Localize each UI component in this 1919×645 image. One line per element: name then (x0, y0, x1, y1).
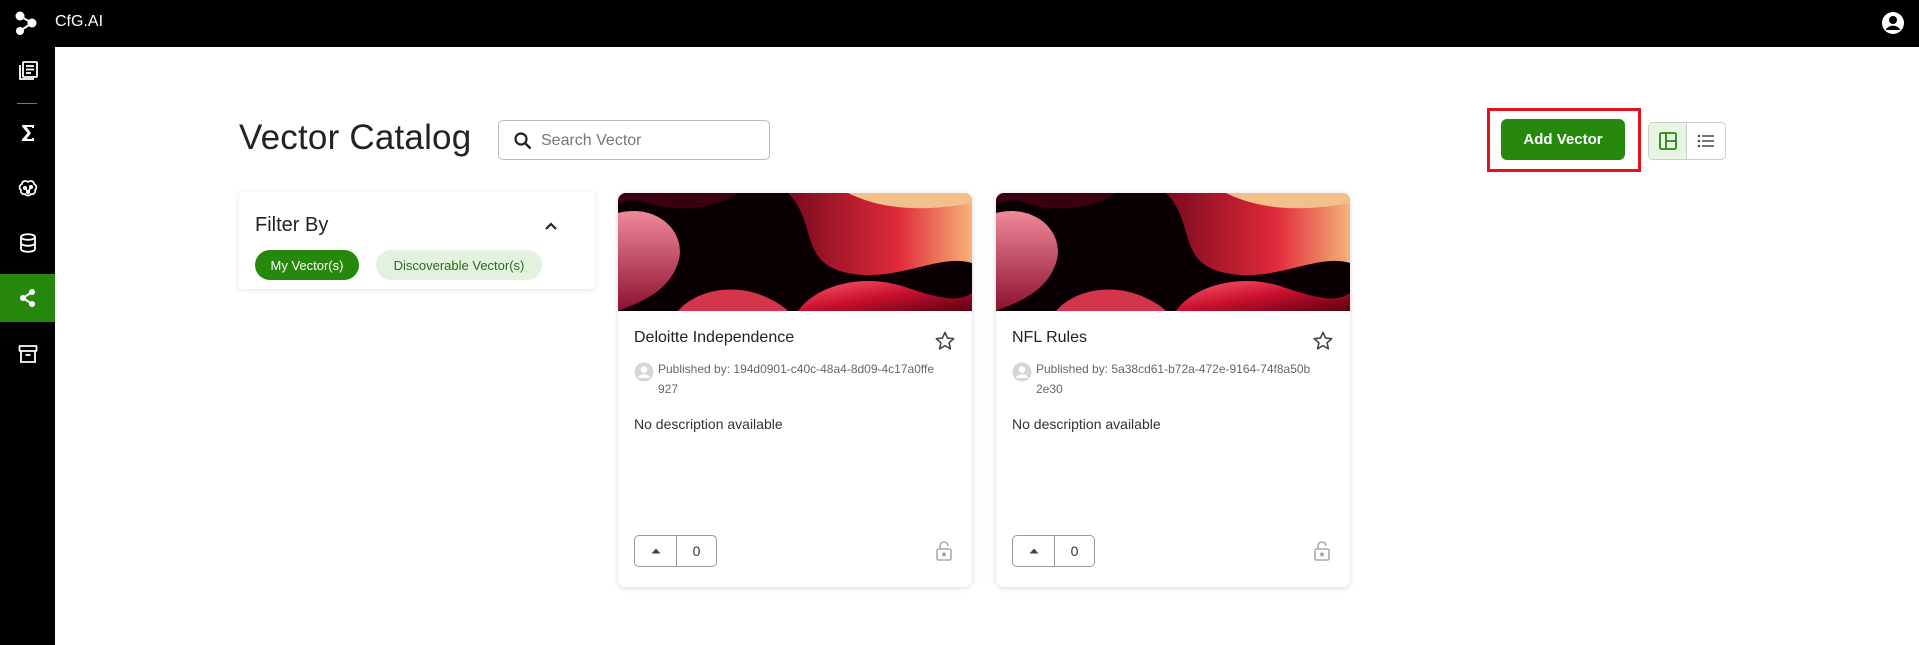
vote-count: 0 (692, 543, 701, 559)
sidebar-item-archive[interactable] (0, 330, 55, 378)
card-cover-image (618, 193, 972, 311)
share-nodes-icon (19, 289, 35, 307)
sigma-icon (21, 125, 34, 141)
top-bar: CfG.AI (0, 0, 1919, 47)
search-box[interactable] (498, 120, 770, 160)
avatar-icon (1012, 362, 1032, 382)
publisher-info: Published by: 194d0901-c40c-48a4-8d09-4c… (634, 359, 944, 399)
sidebar-item-database[interactable] (0, 219, 55, 267)
upvote-control: 0 (634, 535, 717, 567)
grid-view-button[interactable] (1649, 123, 1688, 159)
sidebar-item-sigma[interactable] (0, 109, 55, 157)
chip-discoverable-vectors[interactable]: Discoverable Vector(s) (376, 250, 542, 280)
card-cover-image (996, 193, 1350, 311)
brand-name[interactable]: CfG.AI (55, 13, 103, 31)
publisher-info: Published by: 5a38cd61-b72a-472e-9164-74… (1012, 359, 1322, 399)
list-view-icon (1697, 134, 1714, 148)
lock-open-icon[interactable] (1312, 540, 1332, 562)
vote-count: 0 (1070, 543, 1079, 559)
lock-open-icon[interactable] (934, 540, 954, 562)
filter-panel: Filter By My Vector(s) Discoverable Vect… (239, 192, 595, 289)
database-icon (19, 233, 36, 253)
sidebar (0, 47, 55, 645)
card-title: Deloitte Independence (634, 329, 795, 346)
list-view-button[interactable] (1687, 123, 1725, 159)
card-description: No description available (634, 416, 783, 432)
vector-card[interactable]: NFL Rules Published by: 5a38cd61-b72a-47… (996, 193, 1350, 587)
upvote-button[interactable] (635, 536, 677, 566)
upvote-control: 0 (1012, 535, 1095, 567)
search-icon (514, 132, 532, 150)
sidebar-item-library[interactable] (0, 47, 55, 95)
star-outline-icon[interactable] (1312, 330, 1334, 352)
card-title: NFL Rules (1012, 329, 1087, 346)
search-input[interactable] (541, 129, 761, 153)
publisher-prefix: Published by: (658, 362, 731, 376)
chevron-up-icon[interactable] (541, 216, 561, 236)
grid-view-icon (1658, 132, 1677, 150)
sidebar-item-vectors[interactable] (0, 274, 55, 322)
avatar-icon (634, 362, 654, 382)
publisher-prefix: Published by: (1036, 362, 1109, 376)
account-circle-icon[interactable] (1881, 11, 1905, 35)
vector-card[interactable]: Deloitte Independence Published by: 194d… (618, 193, 972, 587)
sidebar-divider (17, 103, 37, 104)
page-title: Vector Catalog (239, 118, 472, 157)
star-outline-icon[interactable] (934, 330, 956, 352)
publisher-text: Published by: 194d0901-c40c-48a4-8d09-4c… (658, 359, 938, 399)
sidebar-item-brain[interactable] (0, 165, 55, 213)
add-vector-button[interactable]: Add Vector (1501, 119, 1625, 160)
filter-title: Filter By (255, 214, 329, 236)
publisher-text: Published by: 5a38cd61-b72a-472e-9164-74… (1036, 359, 1316, 399)
card-description: No description available (1012, 416, 1161, 432)
arrow-up-icon (1029, 548, 1038, 554)
view-toggle (1648, 122, 1726, 160)
library-books-icon (18, 61, 38, 80)
upvote-button[interactable] (1013, 536, 1055, 566)
network-nodes-icon[interactable] (14, 10, 40, 36)
arrow-up-icon (651, 548, 660, 554)
archive-box-icon (18, 345, 37, 363)
brain-icon (18, 180, 37, 197)
chip-my-vectors[interactable]: My Vector(s) (255, 250, 359, 280)
